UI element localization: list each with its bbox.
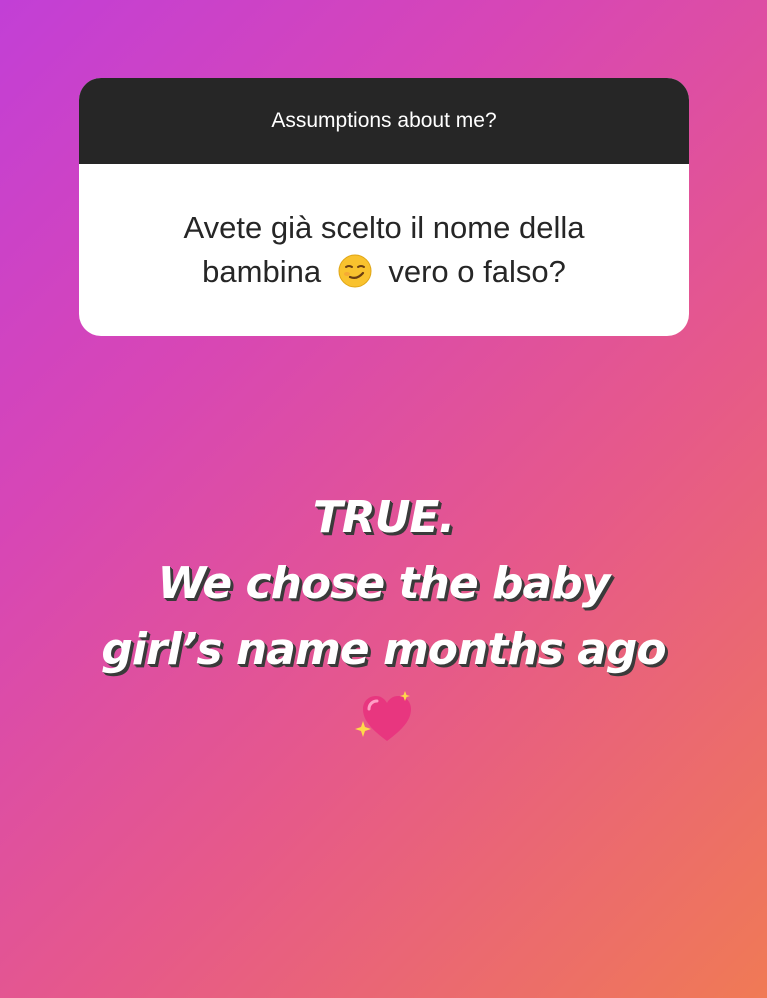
answer-line-1: TRUE. <box>312 492 455 543</box>
answer-line-3: girl’s name months ago <box>101 624 666 675</box>
question-sticker[interactable]: Assumptions about me? Avete già scelto i… <box>79 78 689 336</box>
sparkling-heart-icon <box>353 687 415 745</box>
question-text: Avete già scelto il nome della bambina v… <box>129 206 639 294</box>
answer-line-2: We chose the baby <box>157 558 611 609</box>
question-text-part2: vero o falso? <box>388 254 566 289</box>
smirking-face-icon <box>338 254 372 288</box>
question-sticker-header: Assumptions about me? <box>79 78 689 164</box>
answer-text-block: TRUE. We chose the baby girl’s name mont… <box>40 485 727 750</box>
question-sticker-body: Avete già scelto il nome della bambina v… <box>79 164 689 336</box>
question-prompt: Assumptions about me? <box>271 109 497 132</box>
